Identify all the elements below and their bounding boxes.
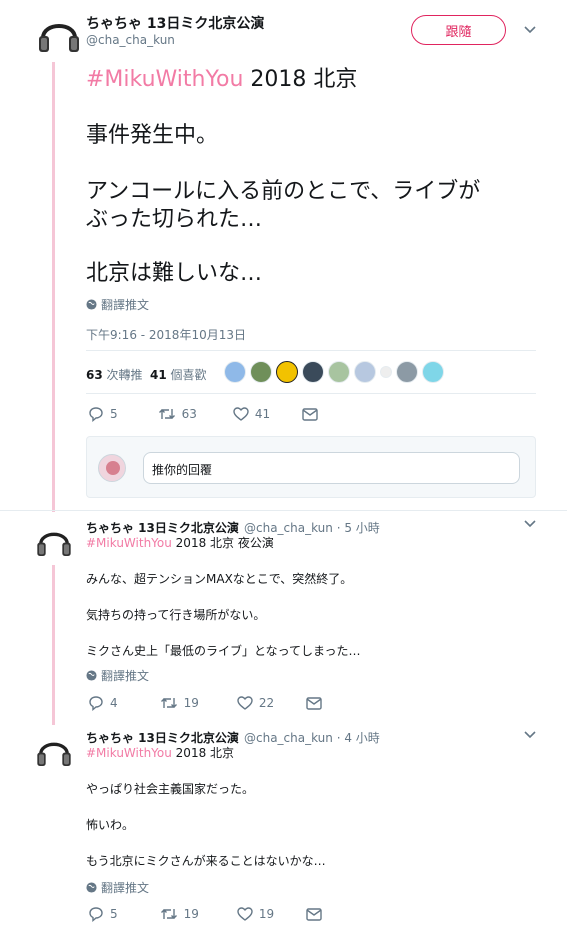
chevron-down-icon[interactable]: [524, 731, 536, 739]
author-handle[interactable]: @cha_cha_kun: [86, 33, 175, 47]
retweet-icon: [160, 909, 177, 919]
retweet-stat[interactable]: 63 次轉推: [86, 366, 143, 383]
reply-icon: [89, 407, 103, 422]
reply-header: ちゃちゃ 13日ミク北京公演 @cha_cha_kun · 5 小時: [86, 517, 380, 536]
reply-text-line: ミクさん史上「最低のライブ」となってしまった…: [86, 644, 361, 658]
author-handle[interactable]: @cha_cha_kun · 4 小時: [244, 731, 380, 745]
like-stat[interactable]: 41 個喜歡: [150, 366, 207, 383]
avatar[interactable]: [380, 366, 392, 378]
translate-link[interactable]: 翻譯推文: [86, 879, 149, 896]
reply-button[interactable]: 5: [88, 406, 118, 422]
hashtag-link[interactable]: #MikuWithYou: [86, 746, 172, 760]
author-name[interactable]: ちゃちゃ 13日ミク北京公演: [86, 521, 239, 535]
avatar[interactable]: [302, 361, 324, 383]
globe-icon: [86, 670, 97, 681]
like-button[interactable]: 41: [233, 407, 270, 421]
avatar[interactable]: [328, 361, 350, 383]
retweet-icon: [158, 409, 175, 419]
reply-text-line: 怖いわ。: [86, 818, 135, 832]
tweet-line-5: 北京は難しいな…: [86, 261, 263, 286]
heart-icon: [237, 907, 253, 921]
reply-header: ちゃちゃ 13日ミク北京公演 @cha_cha_kun · 4 小時: [86, 727, 380, 746]
retweet-button[interactable]: 63: [158, 407, 197, 421]
avatar[interactable]: [250, 361, 272, 383]
avatar[interactable]: [396, 361, 418, 383]
message-icon: [306, 696, 322, 710]
tweet-line-4: ぶった切られた…: [86, 207, 263, 232]
heart-icon: [233, 407, 249, 421]
retweet-button[interactable]: 19: [160, 907, 199, 921]
author-name[interactable]: ちゃちゃ 13日ミク北京公演: [86, 731, 239, 745]
reply-icon: [89, 907, 103, 922]
translate-link[interactable]: 翻譯推文: [86, 296, 149, 313]
retweet-button[interactable]: 19: [160, 696, 199, 710]
author-name[interactable]: ちゃちゃ 13日ミク北京公演: [86, 13, 264, 33]
tweet-timestamp[interactable]: 下午9:16 - 2018年10月13日: [86, 326, 246, 343]
reply-button[interactable]: 5: [88, 906, 118, 922]
reply-input[interactable]: 推你的回覆: [143, 452, 520, 484]
reply-hashtag-line: #MikuWithYou 2018 北京: [86, 746, 235, 760]
hashtag-link[interactable]: #MikuWithYou: [86, 536, 172, 550]
follow-button[interactable]: 跟隨: [411, 15, 506, 45]
retweet-icon: [160, 698, 177, 708]
reply-icon: [89, 696, 103, 711]
avatar[interactable]: [224, 361, 246, 383]
reply-text-line: もう北京にミクさんが来ることはないかな…: [86, 854, 326, 868]
action-bar: 5 63 41: [88, 406, 318, 422]
avatar[interactable]: [276, 361, 298, 383]
author-handle[interactable]: @cha_cha_kun · 5 小時: [244, 521, 380, 535]
message-icon: [302, 407, 318, 421]
direct-message-button[interactable]: [306, 907, 322, 921]
headphones-avatar-icon[interactable]: [34, 521, 74, 561]
thread-line: [52, 62, 55, 512]
globe-icon: [86, 882, 97, 893]
avatar[interactable]: [422, 361, 444, 383]
reply-text-line: 気持ちの持って行き場所がない。: [86, 608, 266, 622]
avatar[interactable]: [354, 361, 376, 383]
chevron-down-icon[interactable]: [524, 26, 536, 34]
action-bar: 4 19 22: [88, 695, 322, 711]
tweet-line-3: アンコールに入る前のとこで、ライブが: [86, 179, 481, 204]
translate-link[interactable]: 翻譯推文: [86, 667, 149, 684]
reply-button[interactable]: 4: [88, 695, 118, 711]
thread-line: [52, 565, 55, 725]
like-button[interactable]: 22: [237, 696, 274, 710]
reply-hashtag-line: #MikuWithYou 2018 北京 夜公演: [86, 536, 274, 550]
like-button[interactable]: 19: [237, 907, 274, 921]
hashtag-link[interactable]: #MikuWithYou: [86, 67, 243, 92]
headphones-avatar-icon[interactable]: [35, 10, 83, 58]
tweet-line-1: #MikuWithYou 2018 北京: [86, 67, 358, 92]
globe-icon: [86, 299, 97, 310]
tweet-line-2: 事件発生中。: [86, 123, 219, 148]
action-bar: 5 19 19: [88, 906, 322, 922]
headphones-avatar-icon[interactable]: [34, 731, 74, 771]
liker-avatars: [224, 361, 444, 383]
direct-message-button[interactable]: [302, 407, 318, 421]
heart-icon: [237, 696, 253, 710]
direct-message-button[interactable]: [306, 696, 322, 710]
reply-text-line: やっぱり社会主義国家だった。: [86, 782, 255, 796]
message-icon: [306, 907, 322, 921]
chevron-down-icon[interactable]: [524, 520, 536, 528]
reply-text-line: みんな、超テンションMAXなとこで、突然終了。: [86, 572, 353, 586]
avatar: [98, 454, 126, 482]
